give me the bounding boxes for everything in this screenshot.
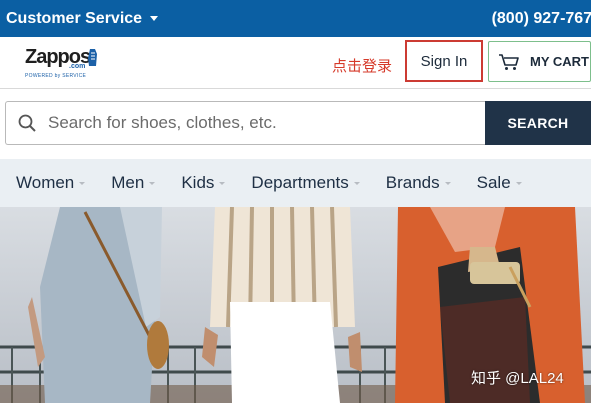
nav-item-label: Departments: [251, 173, 349, 192]
chevron-down-icon: [150, 16, 159, 21]
chevron-down-icon: [219, 181, 226, 185]
customer-service-menu[interactable]: Customer Service: [6, 9, 159, 28]
hero-banner-image[interactable]: 知乎 @LAL24: [0, 207, 591, 403]
shopping-cart-icon: [499, 53, 519, 70]
cart-label: MY CART: [530, 54, 589, 69]
chevron-down-icon: [353, 181, 360, 185]
customer-service-label: Customer Service: [6, 9, 143, 27]
search-bar: SEARCH: [5, 101, 591, 145]
search-input[interactable]: [48, 113, 468, 133]
logo-tagline: POWERED by SERVICE: [25, 73, 87, 79]
chevron-down-icon: [515, 181, 522, 185]
nav-item-label: Men: [111, 173, 145, 192]
sign-in-annotation: 点击登录: [332, 58, 393, 75]
phone-number[interactable]: (800) 927-7671: [492, 10, 591, 28]
search-field[interactable]: [5, 101, 485, 145]
nav-item-label: Women: [16, 173, 75, 192]
nav-item-departments[interactable]: Departments: [251, 173, 360, 193]
search-button-label: SEARCH: [507, 115, 569, 131]
shoe-icon: [88, 49, 97, 66]
sign-in-label: Sign In: [420, 52, 468, 70]
watermark: 知乎 @LAL24: [471, 370, 564, 387]
nav-item-brands[interactable]: Brands: [386, 173, 451, 193]
logo-com: .com: [69, 63, 86, 70]
nav-item-label: Kids: [181, 173, 215, 192]
search-button[interactable]: SEARCH: [485, 101, 591, 145]
chevron-down-icon: [149, 181, 156, 185]
chevron-down-icon: [444, 181, 451, 185]
category-nav: Women Men Kids Departments Brands Sale: [0, 159, 591, 207]
zappos-logo[interactable]: Zappos .com POWERED by SERVICE: [25, 46, 105, 80]
search-icon: [18, 114, 36, 132]
sign-in-button[interactable]: Sign In: [405, 40, 483, 82]
nav-item-label: Brands: [385, 173, 440, 192]
top-bar: Customer Service (800) 927-7671: [0, 0, 591, 37]
nav-item-kids[interactable]: Kids: [181, 173, 226, 193]
chevron-down-icon: [79, 181, 86, 185]
nav-item-sale[interactable]: Sale: [477, 173, 522, 193]
nav-item-men[interactable]: Men: [111, 173, 156, 193]
nav-item-women[interactable]: Women: [16, 173, 86, 193]
my-cart-button[interactable]: MY CART: [488, 41, 591, 82]
nav-item-label: Sale: [476, 173, 511, 192]
